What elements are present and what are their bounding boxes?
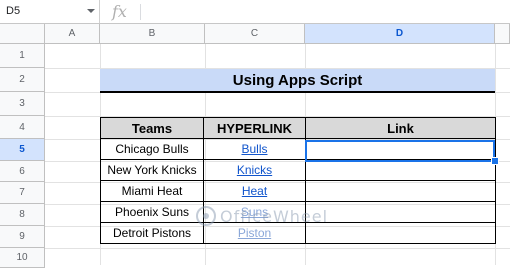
team-hyperlink[interactable]: Bulls [241,142,267,156]
row-header-2[interactable]: 2 [0,68,45,92]
team-cell[interactable]: Miami Heat [100,180,204,202]
table-row: Miami Heat Heat [100,180,496,202]
teams-table: Teams HYPERLINK Link Chicago Bulls Bulls N… [100,117,496,244]
row-header-7[interactable]: 7 [0,182,45,204]
row-header-6[interactable]: 6 [0,161,45,182]
column-header-a[interactable]: A [45,24,100,44]
name-box-value: D5 [6,5,21,17]
team-hyperlink[interactable]: Piston [238,226,271,240]
team-cell[interactable]: Chicago Bulls [100,138,204,160]
fx-icon: fx [112,2,127,21]
formula-bar-divider [140,4,141,20]
row-header-4[interactable]: 4 [0,116,45,139]
table-row: New York Knicks Knicks [100,159,496,181]
link-cell[interactable] [305,138,496,160]
table-header-row: Teams HYPERLINK Link [100,117,496,139]
column-header-c[interactable]: C [205,24,305,44]
team-cell[interactable]: Phoenix Suns [100,201,204,223]
link-cell[interactable] [305,222,496,244]
table-row: Phoenix Suns Suns [100,201,496,223]
hyperlink-cell[interactable]: Heat [203,180,306,202]
header-link[interactable]: Link [305,117,496,139]
header-teams[interactable]: Teams [100,117,204,139]
team-hyperlink[interactable]: Knicks [237,163,272,177]
row-header-5[interactable]: 5 [0,139,45,161]
select-all-corner[interactable] [0,24,45,44]
hyperlink-cell[interactable]: Bulls [203,138,306,160]
team-cell[interactable]: Detroit Pistons [100,222,204,244]
gridline-horizontal [45,248,510,249]
table-row: Detroit Pistons Piston [100,222,496,244]
formula-bar: D5 fx [0,0,510,24]
row-header-1[interactable]: 1 [0,44,45,68]
row-header-10[interactable]: 10 [0,248,45,268]
column-header-d[interactable]: D [305,24,495,44]
row-header-9[interactable]: 9 [0,226,45,248]
row-header-3[interactable]: 3 [0,92,45,116]
link-cell[interactable] [305,159,496,181]
team-hyperlink[interactable]: Suns [241,205,268,219]
column-header-e[interactable] [495,24,510,44]
hyperlink-cell[interactable]: Suns [203,201,306,223]
fill-handle[interactable] [491,157,499,165]
header-hyperlink[interactable]: HYPERLINK [203,117,306,139]
team-hyperlink[interactable]: Heat [242,184,267,198]
chevron-down-icon[interactable] [87,9,95,13]
table-row: Chicago Bulls Bulls [100,138,496,160]
hyperlink-cell[interactable]: Knicks [203,159,306,181]
team-cell[interactable]: New York Knicks [100,159,204,181]
name-box[interactable]: D5 [0,0,100,23]
row-header-8[interactable]: 8 [0,204,45,226]
hyperlink-cell[interactable]: Piston [203,222,306,244]
link-cell[interactable] [305,201,496,223]
link-cell[interactable] [305,180,496,202]
sheet-title[interactable]: Using Apps Script [100,69,495,93]
formula-input[interactable] [146,4,506,20]
column-header-b[interactable]: B [100,24,205,44]
